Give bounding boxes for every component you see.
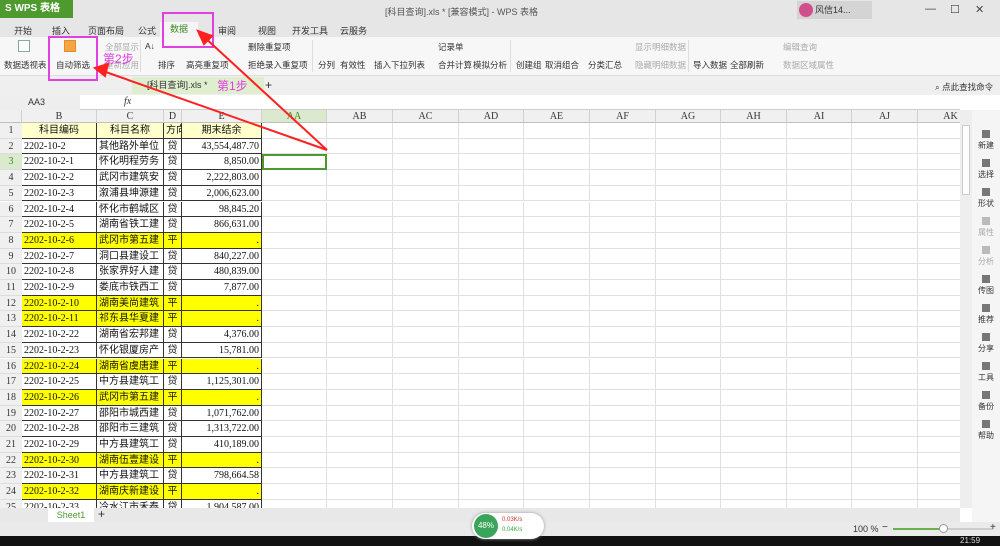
arrow-to-data-tab [201,34,328,151]
annotation-arrows [92,29,328,151]
arrowhead [92,62,110,78]
arrow-to-autofilter [99,69,328,151]
